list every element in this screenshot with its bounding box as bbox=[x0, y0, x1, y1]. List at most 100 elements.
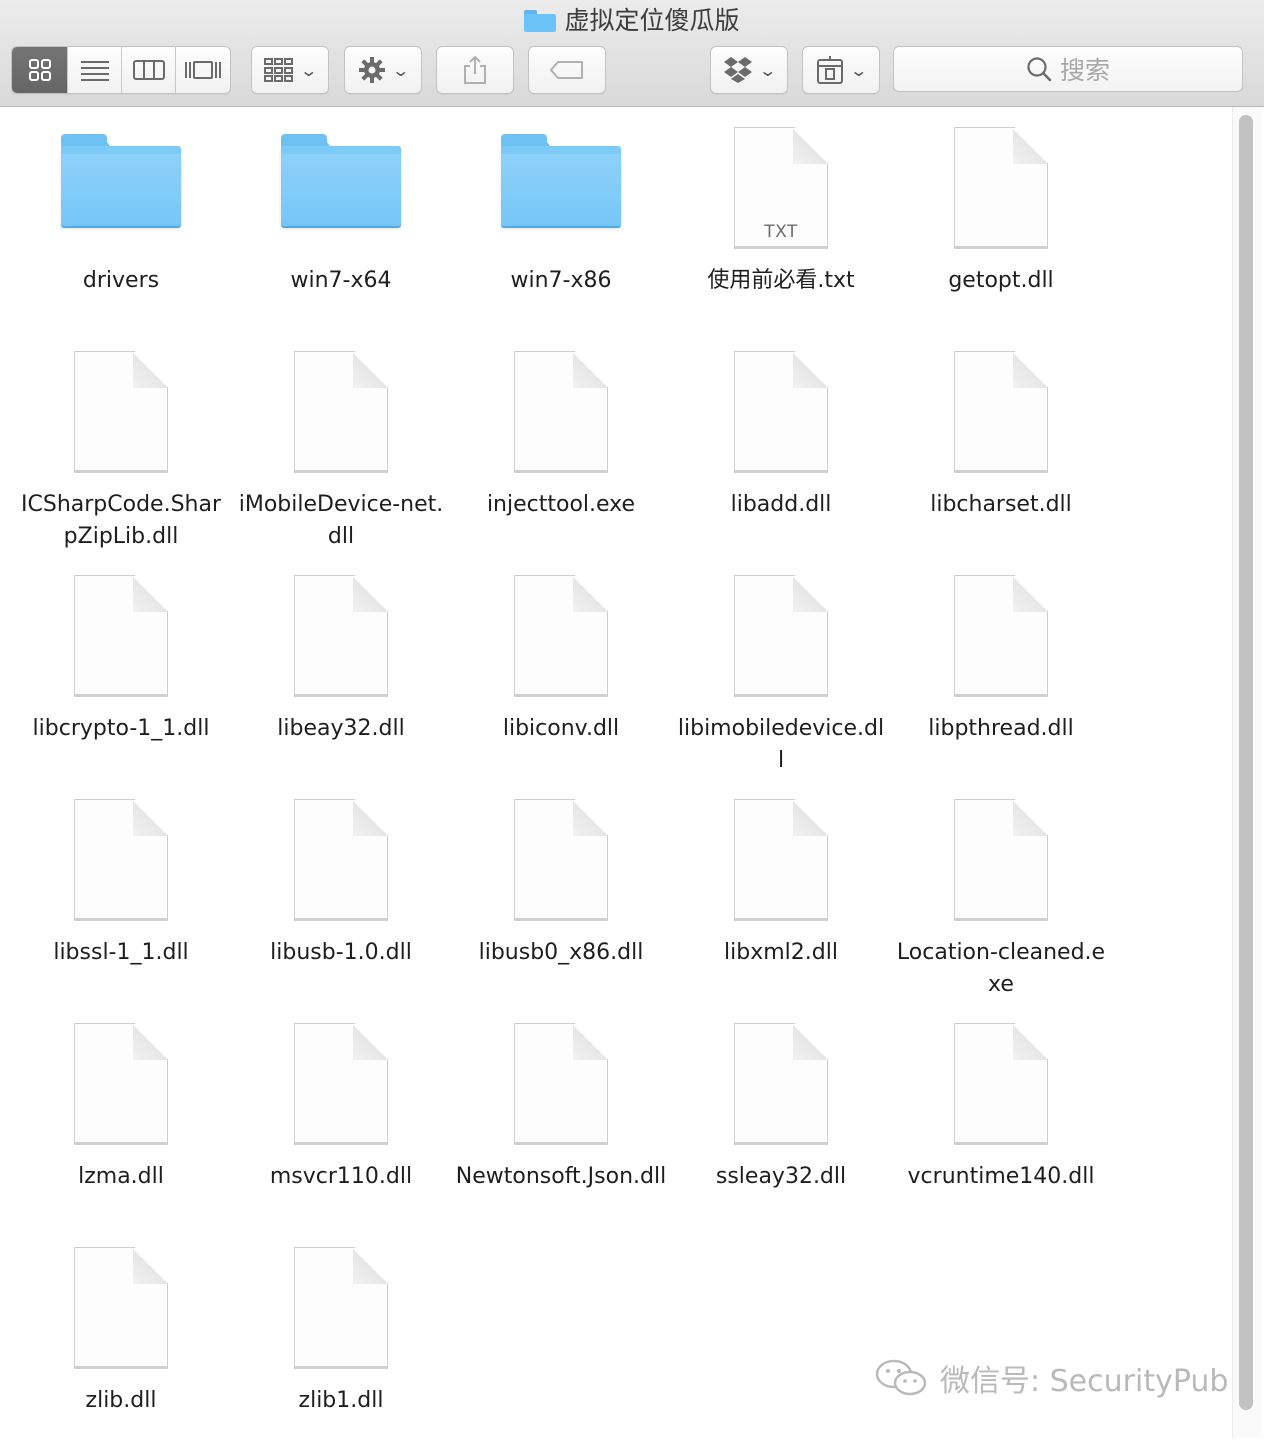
icon-view-button[interactable] bbox=[12, 47, 68, 93]
document-icon bbox=[734, 799, 828, 921]
item-label: libpthread.dll bbox=[928, 716, 1074, 741]
text-document-icon: TXT bbox=[734, 127, 828, 249]
file-item[interactable]: iMobileDevice-net.dll bbox=[231, 331, 451, 555]
archive-icon bbox=[817, 56, 844, 84]
file-item[interactable]: libimobiledevice.dll bbox=[671, 555, 891, 779]
item-icon-box bbox=[231, 1019, 451, 1149]
chevron-down-icon: ⌄ bbox=[849, 60, 869, 80]
file-item[interactable]: libxml2.dll bbox=[671, 779, 891, 1003]
item-icon-box bbox=[231, 117, 451, 247]
action-button[interactable]: ⌄ bbox=[345, 47, 421, 93]
item-icon-box bbox=[891, 795, 1111, 925]
folder-item[interactable]: win7-x86 bbox=[451, 107, 671, 331]
item-icon-box bbox=[891, 1019, 1111, 1149]
item-icon-box bbox=[231, 347, 451, 477]
tags-button[interactable] bbox=[529, 47, 605, 93]
file-item[interactable]: zlib1.dll bbox=[231, 1227, 451, 1451]
file-item[interactable]: vcruntime140.dll bbox=[891, 1003, 1111, 1227]
document-icon bbox=[294, 1023, 388, 1145]
file-item[interactable]: libeay32.dll bbox=[231, 555, 451, 779]
item-icon-box bbox=[231, 1243, 451, 1373]
item-icon-box bbox=[451, 795, 671, 925]
document-icon bbox=[294, 575, 388, 697]
item-label: drivers bbox=[82, 268, 160, 293]
file-item[interactable]: Newtonsoft.Json.dll bbox=[451, 1003, 671, 1227]
file-browser-content: drivers win7-x64 win7-x86 TXT 使用前必看.txt getop… bbox=[0, 107, 1264, 1438]
document-icon bbox=[74, 575, 168, 697]
folder-item[interactable]: drivers bbox=[11, 107, 231, 331]
column-view-button[interactable] bbox=[122, 47, 176, 93]
arrange-button[interactable]: ⌄ bbox=[252, 47, 328, 93]
document-icon bbox=[514, 351, 608, 473]
file-item[interactable]: libcrypto-1_1.dll bbox=[11, 555, 231, 779]
view-mode-control bbox=[11, 46, 231, 94]
dropbox-icon bbox=[724, 57, 753, 83]
document-icon bbox=[514, 575, 608, 697]
search-placeholder: 搜索 bbox=[1059, 56, 1110, 85]
file-item[interactable]: libadd.dll bbox=[671, 331, 891, 555]
file-item[interactable]: ssleay32.dll bbox=[671, 1003, 891, 1227]
arrange-button-group: ⌄ bbox=[251, 46, 329, 94]
file-item[interactable]: libiconv.dll bbox=[451, 555, 671, 779]
watermark-text: 微信号: SecurityPub bbox=[940, 1364, 1229, 1399]
search-icon bbox=[1027, 57, 1052, 82]
document-icon bbox=[734, 575, 828, 697]
tags-button-group bbox=[528, 46, 606, 94]
folder-item[interactable]: win7-x64 bbox=[231, 107, 451, 331]
item-label: libiconv.dll bbox=[502, 716, 620, 741]
document-icon bbox=[734, 1023, 828, 1145]
archive-button[interactable]: ⌄ bbox=[803, 47, 879, 93]
list-view-button[interactable] bbox=[68, 47, 122, 93]
cover-flow-view-button[interactable] bbox=[176, 47, 230, 93]
search-field[interactable]: 搜索 bbox=[893, 46, 1243, 92]
file-item[interactable]: libusb0_x86.dll bbox=[451, 779, 671, 1003]
item-icon-box bbox=[11, 1243, 231, 1373]
item-icon-box bbox=[11, 117, 231, 247]
dropbox-button-group: ⌄ bbox=[710, 46, 788, 94]
file-item[interactable]: Location-cleaned.exe bbox=[891, 779, 1111, 1003]
item-icon-box bbox=[231, 571, 451, 701]
item-icon-box bbox=[451, 117, 671, 247]
file-item[interactable]: msvcr110.dll bbox=[231, 1003, 451, 1227]
item-icon-box bbox=[671, 347, 891, 477]
item-icon-box bbox=[451, 347, 671, 477]
share-button-group bbox=[436, 46, 514, 94]
share-icon bbox=[464, 55, 486, 84]
item-label: iMobileDevice-net.dll bbox=[238, 492, 444, 549]
file-item[interactable]: libpthread.dll bbox=[891, 555, 1111, 779]
item-label: libssl-1_1.dll bbox=[53, 940, 189, 965]
archive-button-group: ⌄ bbox=[802, 46, 880, 94]
item-icon-box: TXT bbox=[671, 123, 891, 253]
arrange-icon bbox=[264, 58, 294, 82]
item-label: getopt.dll bbox=[948, 268, 1054, 293]
file-item[interactable]: libusb-1.0.dll bbox=[231, 779, 451, 1003]
watermark: 微信号: SecurityPub bbox=[874, 1358, 1229, 1399]
item-label: ICSharpCode.SharpZipLib.dll bbox=[21, 492, 221, 549]
item-icon-box bbox=[891, 123, 1111, 253]
vertical-scrollbar[interactable] bbox=[1232, 107, 1261, 1438]
file-item[interactable]: getopt.dll bbox=[891, 107, 1111, 331]
chevron-down-icon: ⌄ bbox=[299, 60, 319, 80]
item-icon-box bbox=[11, 795, 231, 925]
file-item[interactable]: lzma.dll bbox=[11, 1003, 231, 1227]
dropbox-button[interactable]: ⌄ bbox=[711, 47, 787, 93]
window-title: 虚拟定位傻瓜版 bbox=[0, 4, 1264, 38]
document-icon bbox=[514, 1023, 608, 1145]
document-icon bbox=[954, 127, 1048, 249]
item-label: libeay32.dll bbox=[277, 716, 405, 741]
tag-icon bbox=[550, 61, 583, 79]
file-item[interactable]: ICSharpCode.SharpZipLib.dll bbox=[11, 331, 231, 555]
file-item[interactable]: libcharset.dll bbox=[891, 331, 1111, 555]
chevron-down-icon: ⌄ bbox=[758, 60, 778, 80]
scrollbar-thumb[interactable] bbox=[1239, 115, 1253, 1410]
document-icon bbox=[74, 1023, 168, 1145]
file-item[interactable]: libssl-1_1.dll bbox=[11, 779, 231, 1003]
file-item[interactable]: TXT 使用前必看.txt bbox=[671, 107, 891, 331]
folder-icon bbox=[61, 134, 181, 230]
item-label: win7-x64 bbox=[290, 268, 392, 293]
share-button[interactable] bbox=[437, 47, 513, 93]
file-item[interactable]: injecttool.exe bbox=[451, 331, 671, 555]
wechat-icon bbox=[875, 1359, 927, 1396]
item-icon-box bbox=[11, 571, 231, 701]
file-item[interactable]: zlib.dll bbox=[11, 1227, 231, 1451]
